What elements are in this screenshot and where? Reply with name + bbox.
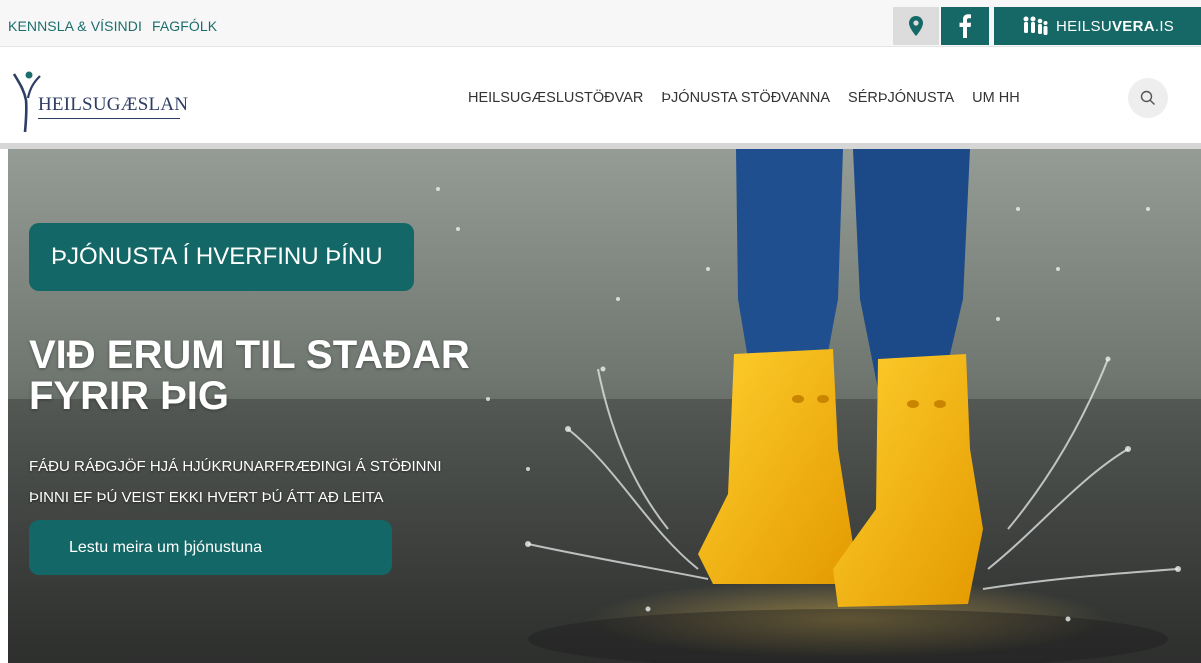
search-button[interactable]: [1128, 78, 1168, 118]
top-links: KENNSLA & VÍSINDI FAGFÓLK: [8, 18, 223, 34]
top-utility-bar: KENNSLA & VÍSINDI FAGFÓLK HEILSUVERA.IS: [0, 0, 1201, 47]
map-pin-icon: [909, 16, 923, 36]
read-more-button[interactable]: Lestu meira um þjónustuna: [29, 520, 392, 575]
map-button[interactable]: [893, 7, 939, 45]
search-icon: [1140, 90, 1155, 105]
site-logo[interactable]: HEILSUGÆSLAN: [12, 70, 188, 132]
service-tag: ÞJÓNUSTA Í HVERFINU ÞÍNU: [29, 223, 414, 291]
nav-serthjonusta[interactable]: SÉRÞJÓNUSTA: [848, 90, 954, 106]
hero-subtext-line1: FÁÐU RÁÐGJÖF HJÁ HJÚKRUNARFRÆÐINGI Á STÖ…: [29, 458, 442, 475]
nav-um-hh[interactable]: UM HH: [972, 90, 1020, 106]
hero-banner: ÞJÓNUSTA Í HVERFINU ÞÍNU VIÐ ERUM TIL ST…: [8, 149, 1201, 663]
hero-subtext: FÁÐU RÁÐGJÖF HJÁ HJÚKRUNARFRÆÐINGI Á STÖ…: [29, 451, 549, 513]
hero-headline: VIÐ ERUM TIL STAÐAR FYRIR ÞIG: [29, 335, 470, 417]
hero-subtext-line2: ÞINNI EF ÞÚ VEIST EKKI HVERT ÞÚ ÁTT AÐ L…: [29, 489, 384, 506]
nav-thjonusta-stodvanna[interactable]: ÞJÓNUSTA STÖÐVANNA: [661, 90, 830, 106]
logo-text: HEILSUGÆSLAN: [38, 94, 189, 115]
nav-heilsugaeslustodvar[interactable]: HEILSUGÆSLUSTÖÐVAR: [468, 90, 643, 106]
heilsuvera-link[interactable]: HEILSUVERA.IS: [994, 7, 1201, 45]
logo-underline: [38, 118, 180, 119]
people-icon: [1023, 16, 1048, 35]
facebook-button[interactable]: [941, 7, 989, 45]
hero-headline-line1: VIÐ ERUM TIL STAÐAR: [29, 333, 470, 377]
hero-headline-line2: FYRIR ÞIG: [29, 374, 230, 418]
link-fagfolk[interactable]: FAGFÓLK: [152, 18, 217, 34]
facebook-icon: [959, 14, 971, 38]
heilsuvera-label: HEILSUVERA.IS: [1056, 17, 1175, 35]
link-kennsla-visindi[interactable]: KENNSLA & VÍSINDI: [8, 18, 142, 34]
main-nav: HEILSUGÆSLUSTÖÐVAR ÞJÓNUSTA STÖÐVANNA SÉ…: [468, 90, 1038, 106]
site-header: HEILSUGÆSLAN HEILSUGÆSLUSTÖÐVAR ÞJÓNUSTA…: [0, 48, 1201, 146]
